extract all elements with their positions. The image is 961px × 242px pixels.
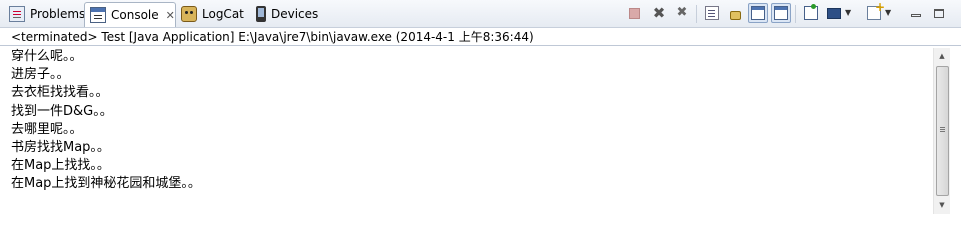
remove-all-terminated-icon: ✖	[676, 5, 688, 20]
remove-launch-button[interactable]: ✖	[649, 3, 669, 23]
devices-icon	[256, 6, 266, 22]
pin-console-icon	[804, 4, 818, 20]
close-tab-icon[interactable]: ✕	[166, 9, 175, 22]
console-status-line: <terminated> Test [Java Application] E:\…	[11, 30, 534, 44]
remove-launch-icon: ✖	[652, 4, 666, 22]
remove-all-terminated-button[interactable]: ✖	[672, 3, 692, 23]
display-console-button[interactable]	[824, 3, 844, 23]
toolbar-separator	[795, 5, 796, 23]
logcat-icon	[181, 6, 197, 22]
scroll-lock-icon	[729, 10, 741, 20]
console-line: 在Map上找到神秘花园和城堡。。	[11, 176, 201, 192]
view-tab-bar: Problems Console ✕ LogCat Devices ✖ ✖ ▼ …	[0, 0, 961, 28]
console-icon	[90, 7, 106, 23]
show-on-stdout-button[interactable]	[748, 3, 768, 23]
maximize-icon	[934, 8, 944, 18]
console-line: 去哪里呢。。	[11, 121, 83, 137]
show-on-stderr-button[interactable]	[771, 3, 791, 23]
vertical-scrollbar[interactable]: ▲ ▼	[933, 48, 950, 214]
terminate-button[interactable]	[624, 3, 644, 23]
console-line: 穿什么呢。。	[11, 49, 83, 64]
problems-icon	[9, 6, 25, 22]
scrollbar-thumb[interactable]	[936, 66, 949, 196]
tab-logcat[interactable]: LogCat	[176, 2, 248, 26]
terminate-icon	[628, 7, 640, 19]
dropdown-icon: ▼	[845, 8, 852, 17]
scroll-down-icon[interactable]: ▼	[934, 198, 950, 213]
display-console-icon	[827, 7, 841, 19]
console-output: 穿什么呢。。 进房子。。 去衣柜找找看。。 找到一件D&G。。 去哪里呢。。 书…	[11, 48, 201, 194]
tab-logcat-label: LogCat	[202, 7, 244, 21]
console-line: 去衣柜找找看。。	[11, 85, 109, 101]
dropdown-icon: ▼	[885, 8, 892, 17]
open-console-icon	[867, 0, 885, 20]
show-on-stdout-icon	[751, 6, 765, 20]
open-console-button[interactable]	[864, 0, 885, 23]
tab-devices[interactable]: Devices	[248, 2, 320, 26]
console-line: 书房找找Map。。	[11, 139, 110, 155]
scroll-up-icon[interactable]: ▲	[934, 49, 950, 64]
scroll-lock-button[interactable]	[725, 3, 745, 23]
tab-problems[interactable]: Problems	[4, 2, 86, 26]
console-line: 找到一件D&G。。	[11, 103, 113, 119]
open-console-dropdown[interactable]: ▼	[883, 3, 895, 23]
clear-console-button[interactable]	[702, 3, 722, 23]
pin-console-button[interactable]	[801, 3, 821, 23]
minimize-button[interactable]	[906, 3, 926, 23]
maximize-button[interactable]	[929, 3, 949, 23]
tab-devices-label: Devices	[271, 7, 319, 21]
toolbar-separator	[696, 5, 697, 23]
tab-problems-label: Problems	[30, 7, 86, 21]
console-line: 进房子。。	[11, 67, 70, 83]
clear-console-icon	[705, 6, 719, 20]
show-on-stderr-icon	[774, 6, 788, 20]
grip-icon	[940, 127, 945, 128]
tab-console[interactable]: Console ✕	[84, 2, 176, 27]
minimize-icon	[911, 13, 921, 17]
display-console-dropdown[interactable]: ▼	[843, 3, 855, 23]
console-line: 在Map上找找。。	[11, 158, 110, 174]
tab-console-label: Console	[111, 8, 159, 22]
